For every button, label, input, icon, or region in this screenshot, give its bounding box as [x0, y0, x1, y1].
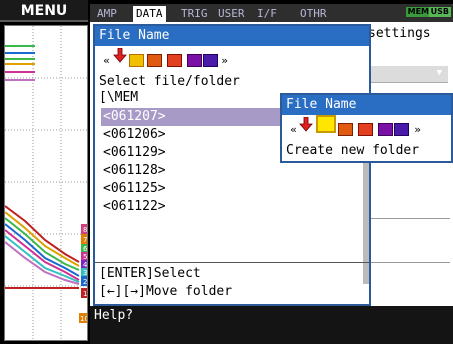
arrow-down-icon[interactable] [298, 116, 314, 133]
tab-if[interactable]: I/F [254, 6, 280, 22]
file-dialog-toolbar: « » [99, 47, 232, 72]
file-dialog: File Name « » Select file/folder [\MEM <… [93, 24, 371, 306]
tab-trig[interactable]: TRIG [178, 6, 211, 22]
channel-marker-6: 6 [83, 245, 88, 253]
help-text: Help? [94, 308, 134, 323]
hint-enter: [ENTER]Select [99, 266, 201, 281]
chevron-down-icon: ▼ [436, 68, 442, 78]
new-folder-label: Create new folder [286, 143, 420, 158]
list-item[interactable]: <061125> [101, 180, 367, 198]
save-icon[interactable] [147, 54, 162, 67]
mem-indicator: MEM [405, 7, 431, 17]
channel-marker-1: 1 [83, 290, 87, 298]
settings-label: settings [368, 26, 431, 41]
rename-icon[interactable] [187, 54, 202, 67]
scroll-right-icon[interactable]: » [410, 123, 425, 136]
tab-othr[interactable]: OTHR [297, 6, 330, 22]
preview-grid [5, 26, 87, 340]
view-icon[interactable] [394, 123, 409, 136]
hint-arrows: [←][→]Move folder [99, 284, 233, 299]
current-path: [\MEM [99, 90, 139, 105]
delete-icon[interactable] [358, 123, 373, 136]
delete-icon[interactable] [167, 54, 182, 67]
usb-indicator: USB [428, 7, 451, 17]
arrow-down-icon[interactable] [112, 47, 128, 64]
channel-marker-8: 8 [83, 226, 87, 234]
divider [364, 262, 450, 263]
tab-user[interactable]: USER [215, 6, 248, 22]
new-folder-toolbar: « » [286, 115, 426, 141]
channel-marker-2: 2 [83, 278, 87, 286]
tab-bar: AMP DATA TRIG USER I/F OTHR MEM USB [90, 4, 453, 22]
file-dialog-title: File Name [95, 26, 369, 46]
settings-dropdown[interactable]: ▼ [364, 66, 448, 83]
scroll-right-icon[interactable]: » [217, 54, 232, 67]
new-folder-icon[interactable] [316, 115, 336, 133]
channel-marker-4: 4 [83, 261, 88, 269]
tab-amp[interactable]: AMP [94, 6, 120, 22]
view-icon[interactable] [203, 54, 218, 67]
menu-title[interactable]: MENU [0, 0, 88, 22]
file-dialog-subtitle: Select file/folder [99, 74, 240, 89]
tab-data[interactable]: DATA [133, 6, 166, 22]
channel-marker-7: 7 [83, 236, 87, 244]
save-icon[interactable] [338, 123, 353, 136]
waveform-preview: 8 7 6 5 4 3 2 1 10 [4, 25, 88, 341]
rename-icon[interactable] [378, 123, 393, 136]
channel-marker-3: 3 [83, 269, 87, 277]
help-bar[interactable]: Help? [90, 306, 453, 344]
channel-marker-10: 10 [80, 315, 88, 323]
new-folder-dialog: File Name « » Create new folder [280, 93, 453, 163]
list-item[interactable]: <061122> [101, 198, 367, 216]
divider [364, 218, 450, 219]
channel-marker-5: 5 [83, 253, 87, 261]
new-folder-dialog-title: File Name [282, 95, 451, 115]
folder-icon[interactable] [129, 54, 144, 67]
list-item[interactable]: <061128> [101, 162, 367, 180]
hint-divider [95, 262, 369, 263]
